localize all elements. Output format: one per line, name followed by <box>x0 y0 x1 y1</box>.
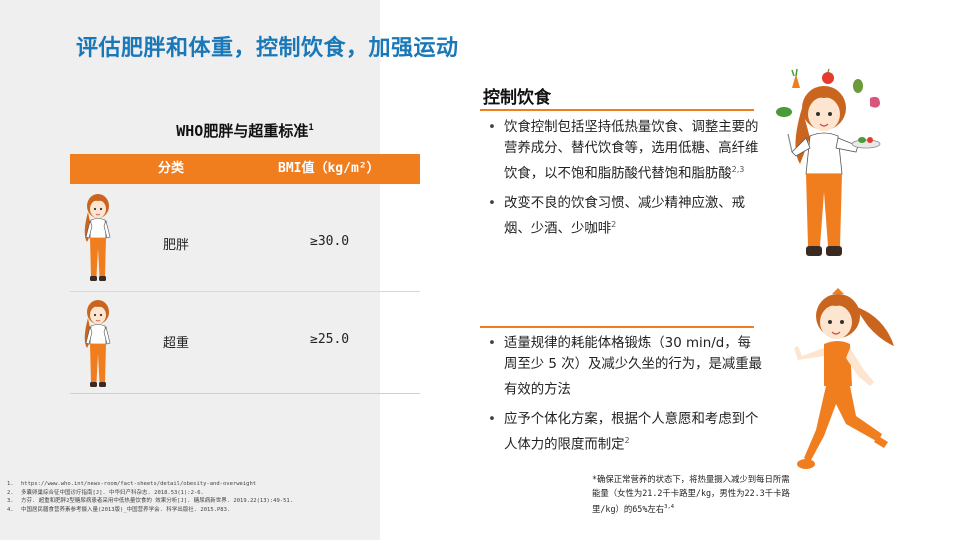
list-item: 应予个体化方案，根据个人意愿和考虑到个人体力的限度而制定2 <box>484 409 764 455</box>
row-category: 肥胖 <box>163 238 190 253</box>
references: 1. https://www.who.int/news-room/fact-she… <box>7 480 367 514</box>
who-table-title-ref: 1 <box>308 123 314 133</box>
reference-item: 2. 多囊卵巢综合征中国诊疗指南[J]. 中华妇产科杂志. 2018.53(1):… <box>7 489 204 496</box>
list-item: 饮食控制包括坚持低热量饮食、调整主要的营养成分、替代饮食等，选用低糖、高纤维饮食… <box>484 117 764 184</box>
exercise-divider <box>480 326 754 328</box>
girl-standing-illustration <box>84 194 111 281</box>
reference-item: 1. https://www.who.int/news-room/fact-she… <box>7 481 257 487</box>
header-category: 分类 <box>158 161 185 176</box>
diet-bullets: 饮食控制包括坚持低热量饮食、调整主要的营养成分、替代饮食等，选用低糖、高纤维饮食… <box>484 117 764 249</box>
reference-item: 4. 中国居民膳食营养素参考摄入量(2013版)_中国营养学会. 科学出版社. 2… <box>7 506 231 513</box>
row-category: 超重 <box>163 336 190 351</box>
exercise-section-title: 加强运动 <box>483 307 551 327</box>
list-item: 适量规律的耗能体格锻炼（30 min/d，每周至少 5 次）及减少久坐的行为，是… <box>484 333 764 400</box>
row-bmi-value: ≥25.0 <box>310 332 350 347</box>
list-item: 改变不良的饮食习惯、减少精神应激、戒烟、少酒、少咖啡2 <box>484 193 764 239</box>
who-table-title-text: WHO肥胖与超重标准 <box>176 122 309 140</box>
who-table-header: 分类 BMI值（kg/m²） <box>70 154 420 184</box>
exercise-bullets: 适量规律的耗能体格锻炼（30 min/d，每周至少 5 次）及减少久坐的行为，是… <box>484 333 764 465</box>
girl-running-illustration <box>794 288 894 469</box>
table-row: 超重 ≥25.0 <box>70 292 420 394</box>
girl-standing-illustration <box>84 300 111 387</box>
table-row: 肥胖 ≥30.0 <box>70 186 420 292</box>
slide-title: 评估肥胖和体重，控制饮食，加强运动 <box>76 36 459 61</box>
who-table-title: WHO肥胖与超重标准1 <box>70 120 420 141</box>
diet-section-title: 控制饮食 <box>483 88 551 108</box>
diet-divider <box>480 109 754 111</box>
reference-item: 3. 方芬. 超重和肥胖2型糖尿病患者采用中低热量饮食的 效果分析[J]. 糖尿病… <box>7 498 294 505</box>
header-bmi: BMI值（kg/m²） <box>278 161 380 176</box>
row-bmi-value: ≥30.0 <box>310 234 350 249</box>
energy-note: *确保正常营养的状态下，将热量摄入减少到每日所需能量（女性为21.2千卡路里/k… <box>592 474 790 515</box>
girl-with-vegetables-illustration <box>776 68 881 256</box>
